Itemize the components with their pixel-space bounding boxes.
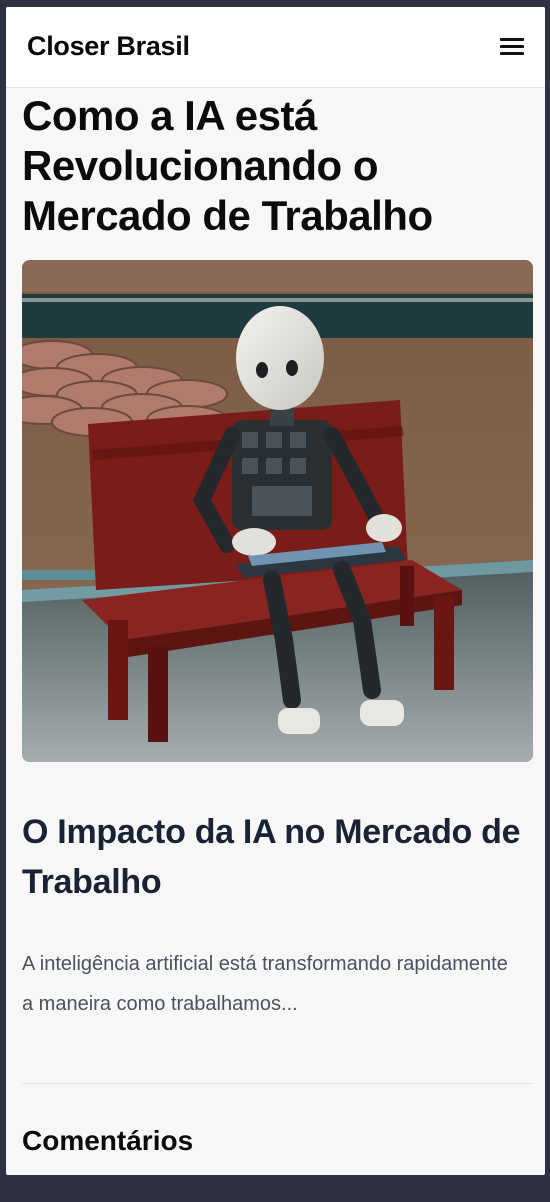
menu-bar-line	[500, 52, 524, 55]
site-brand-link[interactable]: Closer Brasil	[27, 31, 190, 62]
menu-bar-line	[500, 45, 524, 48]
browser-viewport: Closer Brasil Como a IA está Revoluciona…	[6, 7, 545, 1175]
article-summary: A inteligência artificial está transform…	[22, 953, 508, 1015]
comments-heading: Comentários	[22, 1125, 194, 1156]
article-hero-image	[22, 260, 533, 762]
article-title: Como a IA está Revolucionando o Mercado …	[22, 92, 433, 239]
top-navbar: Closer Brasil	[6, 7, 545, 88]
menu-bar-line	[500, 38, 524, 41]
robot-on-bench-illustration	[22, 260, 533, 762]
section-divider	[22, 1083, 533, 1084]
section-title: O Impacto da IA no Mercado de Trabalho	[22, 813, 521, 901]
hamburger-menu-icon[interactable]	[499, 35, 525, 57]
